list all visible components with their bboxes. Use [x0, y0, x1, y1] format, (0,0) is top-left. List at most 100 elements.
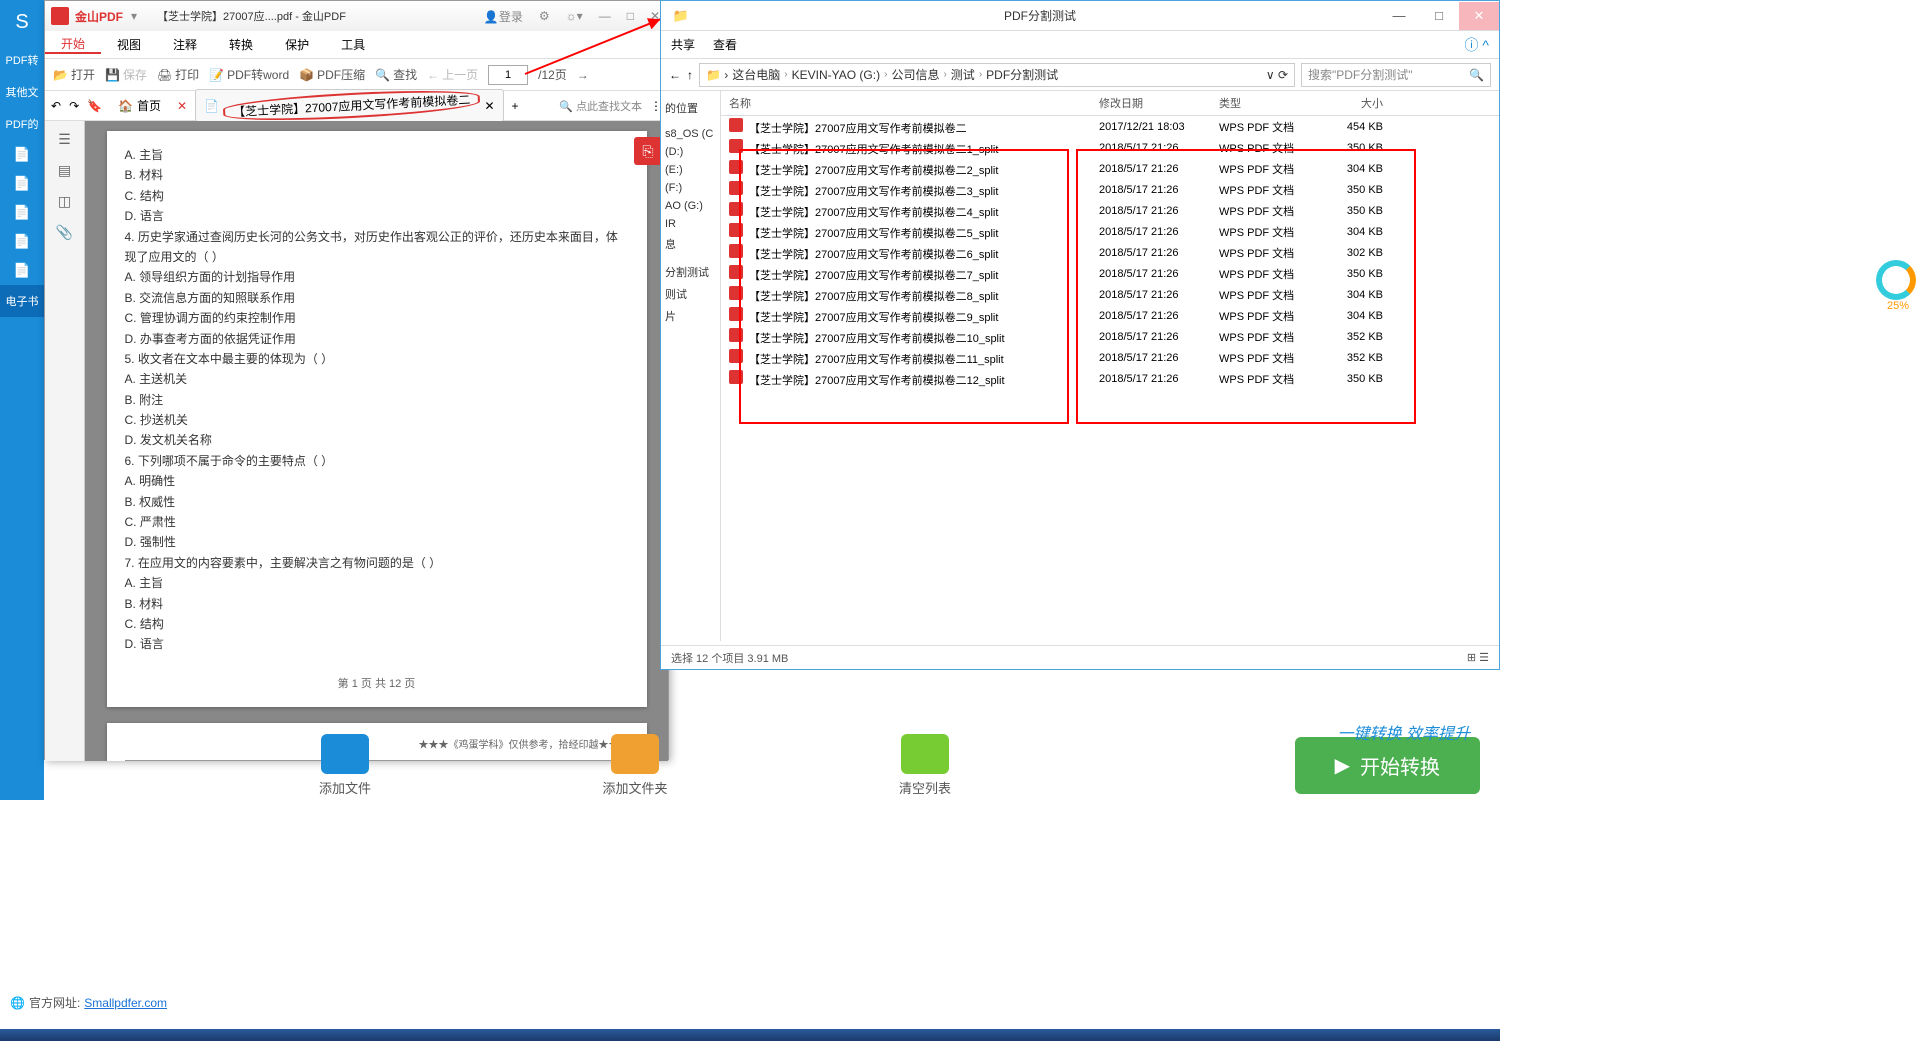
text-line: B. 附注	[125, 390, 629, 410]
minimize-button[interactable]: —	[591, 9, 619, 23]
close-tab-icon[interactable]: ✕	[484, 99, 494, 113]
page-viewport[interactable]: A. 主旨B. 材料C. 结构D. 语言4. 历史学家通过查阅历史长河的公务文书…	[85, 121, 668, 761]
tree-item[interactable]: 的位置	[665, 97, 716, 119]
file-row[interactable]: 【芝士学院】27007应用文写作考前模拟卷二12_split2018/5/17 …	[721, 368, 1499, 389]
search-input[interactable]: 🔍 点此查找文本	[559, 98, 642, 114]
skin-icon[interactable]: ☼▾	[558, 9, 591, 23]
layers-icon[interactable]: ◫	[58, 193, 71, 210]
start-convert-button[interactable]: ▶ 开始转换	[1295, 737, 1480, 794]
clear-list-button[interactable]: 清空列表	[780, 734, 1070, 797]
pdf-icon[interactable]: 📄	[0, 256, 44, 285]
save-button[interactable]: 💾保存	[105, 66, 147, 83]
up-icon[interactable]: ↑	[687, 68, 693, 82]
text-line: B. 权威性	[125, 492, 629, 512]
outline-icon[interactable]: ▤	[58, 162, 71, 179]
official-url[interactable]: Smallpdfer.com	[84, 996, 167, 1010]
breadcrumb[interactable]: 📁 › 这台电脑› KEVIN-YAO (G:)› 公司信息› 测试› PDF分…	[699, 63, 1295, 87]
text-line: D. 强制性	[125, 532, 629, 552]
tab-share[interactable]: 共享	[671, 36, 695, 53]
find-button[interactable]: 🔍查找	[375, 66, 417, 83]
pdf-reader-window: 金山PDF ▾ 【芝士学院】27007应....pdf - 金山PDF 👤登录 …	[44, 0, 669, 760]
help-icon[interactable]: ⓘ ^	[1465, 35, 1489, 55]
settings-icon[interactable]: ⚙	[531, 9, 558, 23]
back-icon[interactable]: ←	[669, 68, 681, 82]
undo-icon[interactable]: ↶	[51, 99, 61, 113]
view-icons[interactable]: ⊞ ☰	[1467, 651, 1489, 664]
maximize-button[interactable]: □	[619, 9, 642, 23]
tree-item[interactable]: 则试	[665, 283, 716, 305]
status-bar: 选择 12 个项目 3.91 MB ⊞ ☰	[661, 645, 1499, 669]
pdf-to-word-button[interactable]: 📝PDF转word	[209, 66, 289, 83]
print-button[interactable]: 🖨打印	[157, 66, 199, 83]
text-line: C. 严肃性	[125, 512, 629, 532]
taskbar[interactable]	[0, 1029, 1500, 1041]
close-button[interactable]: ✕	[1459, 2, 1499, 30]
text-line: C. 结构	[125, 614, 629, 634]
text-line: C. 结构	[125, 186, 629, 206]
prev-page-button[interactable]: ←上一页	[427, 66, 478, 83]
tree-item[interactable]: AO (G:)	[665, 197, 716, 215]
pdf-file-icon	[729, 349, 743, 363]
column-headers[interactable]: 名称 修改日期 类型 大小	[721, 91, 1499, 116]
menu-tools[interactable]: 工具	[325, 36, 381, 53]
menu-convert[interactable]: 转换	[213, 36, 269, 53]
tree-item[interactable]: 息	[665, 233, 716, 255]
redo-icon[interactable]: ↷	[69, 99, 79, 113]
tab-document[interactable]: 📄 【芝士学院】27007应用文写作考前模拟卷二 ✕	[195, 89, 503, 122]
menu-start[interactable]: 开始	[45, 35, 101, 54]
tree-item[interactable]: IR	[665, 215, 716, 233]
slogan-text: 一键转换 效率提升	[1338, 720, 1470, 744]
compress-button[interactable]: 📦PDF压缩	[299, 66, 365, 83]
tree-item[interactable]: s8_OS (C	[665, 125, 716, 143]
pdf-icon[interactable]: 📄	[0, 169, 44, 198]
folder-tree[interactable]: 的位置 s8_OS (C(D:)(E:)(F:)AO (G:)IR息分割测试则试片	[661, 91, 721, 641]
tree-item[interactable]: 分割测试	[665, 261, 716, 283]
sidebar-item[interactable]: PDF的	[0, 108, 44, 140]
menu-view[interactable]: 视图	[101, 36, 157, 53]
minimize-button[interactable]: —	[1379, 2, 1419, 30]
tree-item[interactable]: (E:)	[665, 161, 716, 179]
explorer-titlebar: 📁 PDF分割测试 — □ ✕	[661, 1, 1499, 31]
pdf-icon[interactable]: 📄	[0, 140, 44, 169]
footer-link: 🌐 官方网址: Smallpdfer.com	[10, 994, 167, 1011]
col-size: 大小	[1321, 91, 1391, 115]
add-tab-icon[interactable]: +	[512, 99, 519, 113]
thumbs-icon[interactable]: ☰	[58, 131, 71, 148]
search-input[interactable]: 搜索"PDF分割测试"🔍	[1301, 63, 1491, 87]
sidebar-item[interactable]: PDF转	[0, 44, 44, 76]
next-page-icon[interactable]: →	[577, 68, 589, 82]
tree-item[interactable]: 片	[665, 305, 716, 327]
sidebar-item-ebook[interactable]: 电子书	[0, 285, 44, 317]
gauge-percent: 25%	[1876, 300, 1920, 312]
text-line: A. 领导组织方面的计划指导作用	[125, 267, 629, 287]
pdf-file-icon	[729, 286, 743, 300]
pdf-icon[interactable]: 📄	[0, 198, 44, 227]
perf-gauge[interactable]: 25%	[1876, 260, 1920, 320]
login-button[interactable]: 👤登录	[476, 8, 531, 25]
close-tab-icon[interactable]: ✕	[177, 99, 187, 113]
attach-icon[interactable]: 📎	[56, 224, 73, 241]
open-button[interactable]: 📂打开	[53, 66, 95, 83]
menu-annot[interactable]: 注释	[157, 36, 213, 53]
page-input[interactable]	[488, 65, 528, 85]
pdf-icon[interactable]: 📄	[0, 227, 44, 256]
menu-protect[interactable]: 保护	[269, 36, 325, 53]
tree-item[interactable]: (F:)	[665, 179, 716, 197]
add-file-button[interactable]: 添加文件	[200, 734, 490, 797]
app-name: 金山PDF	[75, 8, 123, 25]
pdf-file-icon	[729, 370, 743, 384]
add-folder-button[interactable]: 添加文件夹	[490, 734, 780, 797]
text-line: 4. 历史学家通过查阅历史长河的公务文书，对历史作出客观公正的评价，还历史本来面…	[125, 227, 629, 268]
sidebar-item[interactable]: 其他文	[0, 76, 44, 108]
maximize-button[interactable]: □	[1419, 2, 1459, 30]
text-line: D. 语言	[125, 206, 629, 226]
tree-item[interactable]: (D:)	[665, 143, 716, 161]
text-line: B. 材料	[125, 165, 629, 185]
bookmark-icon[interactable]: 🔖	[87, 99, 102, 113]
tab-view[interactable]: 查看	[713, 36, 737, 53]
float-tool-icon[interactable]: ⎘	[634, 137, 662, 165]
pdf-file-icon	[729, 202, 743, 216]
text-line: C. 管理协调方面的约束控制作用	[125, 308, 629, 328]
tab-home[interactable]: 🏠首页	[110, 94, 169, 117]
dropdown-icon[interactable]: ▾	[131, 9, 137, 23]
